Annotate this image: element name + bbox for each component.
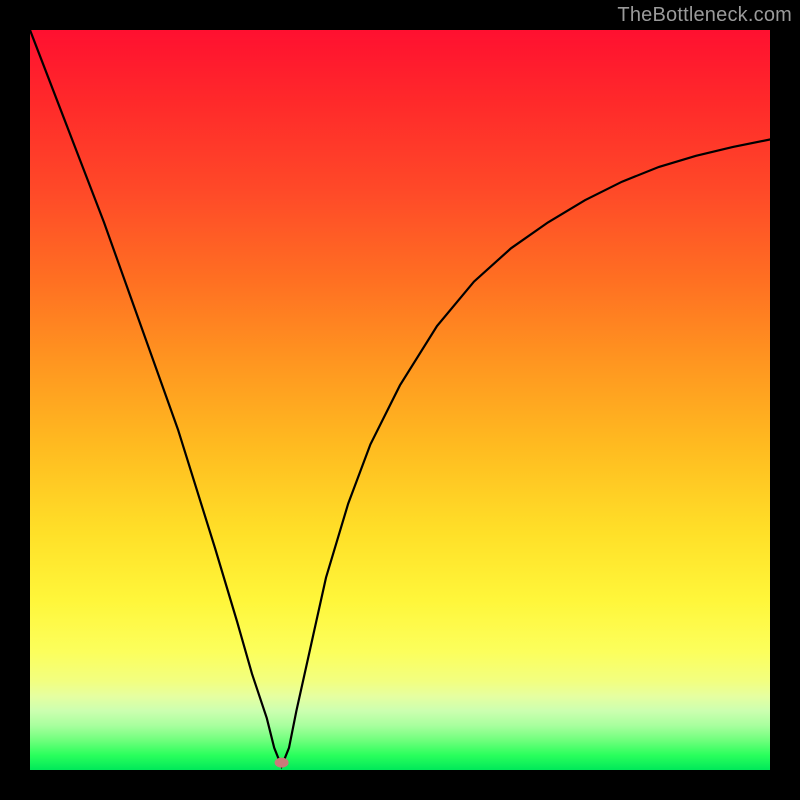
chart-frame: TheBottleneck.com <box>0 0 800 800</box>
watermark-label: TheBottleneck.com <box>617 4 792 27</box>
plot-area <box>30 30 770 770</box>
optimum-marker-icon <box>275 758 289 768</box>
chart-svg <box>30 30 770 770</box>
bottleneck-curve <box>30 30 770 766</box>
